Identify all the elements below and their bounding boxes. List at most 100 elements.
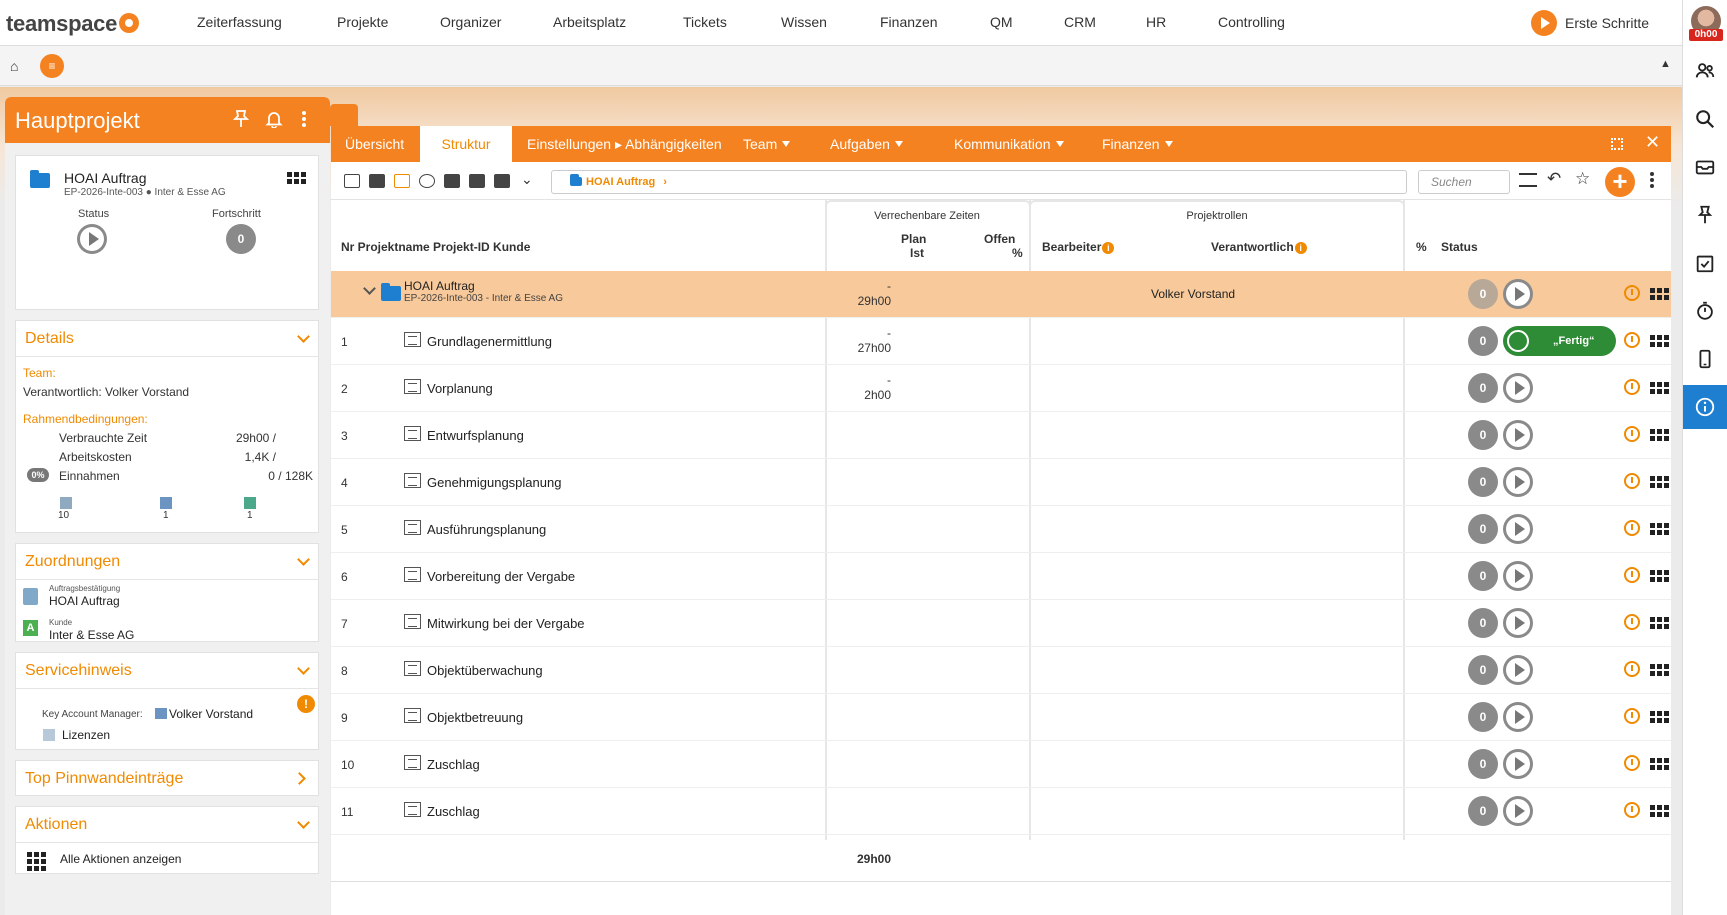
timer-icon[interactable] [1624, 802, 1640, 818]
pinboard-card[interactable]: Top Pinnwandeinträge [15, 760, 319, 796]
search-icon[interactable] [1683, 97, 1727, 141]
table-row-parent[interactable]: HOAI Auftrag EP-2026-Inte-003 - Inter & … [331, 271, 1671, 318]
status-play-icon[interactable] [1503, 420, 1533, 450]
header-status[interactable]: Status [1441, 240, 1478, 254]
table-row[interactable]: 10 Zuschlag 0 [331, 741, 1671, 788]
table-row[interactable]: 11 Zuschlag 0 [331, 788, 1671, 835]
table-row[interactable]: 2 Vorplanung -2h00 0 [331, 365, 1671, 412]
menu-icon[interactable]: ≡ [40, 54, 64, 78]
close-icon[interactable]: ✕ [1645, 132, 1660, 153]
undo-icon[interactable]: ↶ [1547, 169, 1561, 189]
kam-name[interactable]: Volker Vorstand [169, 707, 253, 721]
table-row[interactable]: 7 Mitwirkung bei der Vergabe 0 [331, 600, 1671, 647]
service-header[interactable]: Servicehinweis [16, 653, 318, 689]
status-play-icon[interactable] [1503, 749, 1533, 779]
more-icon[interactable] [1649, 170, 1655, 193]
apps-grid-icon[interactable] [1650, 570, 1669, 582]
row-name[interactable]: Vorbereitung der Vergabe [427, 569, 575, 584]
home-icon[interactable]: ⌂ [10, 58, 18, 74]
apps-grid-icon[interactable] [1650, 711, 1669, 723]
row-name[interactable]: Ausführungsplanung [427, 522, 546, 537]
list-view-icon[interactable] [344, 174, 360, 188]
add-button[interactable]: + [1605, 167, 1635, 197]
header-ist[interactable]: Ist [910, 246, 924, 260]
parent-name[interactable]: HOAI Auftrag [404, 279, 475, 293]
table-row[interactable]: 3 Entwurfsplanung 0 [331, 412, 1671, 459]
nav-zeiterfassung[interactable]: Zeiterfassung [197, 14, 282, 30]
apps-grid-icon[interactable] [1650, 382, 1669, 394]
more-icon[interactable] [301, 110, 307, 133]
row-name[interactable]: Entwurfsplanung [427, 428, 524, 443]
tab-finance[interactable]: Finanzen [1088, 126, 1187, 162]
tab-communication[interactable]: Kommunikation [940, 126, 1078, 162]
chevron-down-icon[interactable]: ⌄ [521, 171, 533, 188]
checklist-icon[interactable] [1683, 241, 1727, 285]
row-name[interactable]: Zuschlag [427, 757, 480, 772]
done-status-button[interactable]: „Fertig“ [1503, 326, 1616, 356]
header-verantwortlich[interactable]: Verantwortlich i [1211, 240, 1307, 254]
all-actions-link[interactable]: Alle Aktionen anzeigen [60, 852, 181, 866]
warning-icon[interactable]: ! [297, 695, 315, 713]
header-main[interactable]: Nr Projektname Projekt-ID Kunde [341, 240, 530, 254]
pin-icon[interactable] [232, 110, 250, 133]
assign-team-icon[interactable] [394, 174, 410, 188]
table-row[interactable]: 4 Genehmigungsplanung 0 [331, 459, 1671, 506]
status-play-icon[interactable] [1503, 467, 1533, 497]
chevron-down-icon[interactable] [363, 282, 376, 295]
table-row[interactable]: 9 Objektbetreuung 0 [331, 694, 1671, 741]
nav-finanzen[interactable]: Finanzen [880, 14, 938, 30]
maximize-icon[interactable] [1611, 138, 1623, 150]
actions-header[interactable]: Aktionen [16, 807, 318, 843]
table-row[interactable]: 8 Objektüberwachung 0 [331, 647, 1671, 694]
apps-grid-icon[interactable] [1650, 476, 1669, 488]
table-row[interactable]: 5 Ausführungsplanung 0 [331, 506, 1671, 553]
timer-icon[interactable] [1624, 567, 1640, 583]
header-bearbeiter[interactable]: Bearbeiter i [1042, 240, 1115, 254]
status-play-icon[interactable] [1503, 373, 1533, 403]
search-input[interactable]: Suchen [1418, 170, 1510, 194]
timer-icon[interactable] [1624, 520, 1640, 536]
breadcrumb-project[interactable]: HOAI Auftrag [586, 176, 655, 188]
assignments-header[interactable]: Zuordnungen [16, 544, 318, 580]
nav-hr[interactable]: HR [1146, 14, 1166, 30]
header-percent[interactable]: % [1416, 240, 1427, 254]
tab-settings[interactable]: Einstellungen ▸ Abhängigkeiten [513, 126, 736, 162]
header-plan[interactable]: Plan [901, 232, 926, 246]
collapse-up-icon[interactable]: ▲ [1660, 58, 1671, 70]
nav-arbeitsplatz[interactable]: Arbeitsplatz [553, 14, 626, 30]
assign2-link[interactable]: Inter & Esse AG [49, 628, 134, 642]
timer-icon[interactable] [1624, 379, 1640, 395]
row-name[interactable]: Vorplanung [427, 381, 493, 396]
pin-icon[interactable] [1683, 193, 1727, 237]
status-play-icon[interactable] [1503, 655, 1533, 685]
star-icon[interactable]: ☆ [1575, 169, 1590, 189]
row-name[interactable]: Grundlagenermittlung [427, 334, 552, 349]
apps-grid-icon[interactable] [287, 172, 306, 184]
apps-grid-icon[interactable] [1650, 335, 1669, 347]
project-name[interactable]: HOAI Auftrag [64, 170, 146, 186]
nav-qm[interactable]: QM [990, 14, 1013, 30]
chevron-down-icon[interactable] [297, 662, 310, 675]
row-name[interactable]: Zuschlag [427, 804, 480, 819]
filter-icon[interactable] [1519, 173, 1537, 187]
apps-grid-icon[interactable] [1650, 758, 1669, 770]
calendar-start-icon[interactable] [444, 174, 460, 188]
bell-icon[interactable] [265, 110, 283, 133]
mobile-icon[interactable] [1683, 337, 1727, 381]
chevron-right-icon[interactable] [293, 772, 306, 785]
inbox-icon[interactable] [1683, 145, 1727, 189]
nav-crm[interactable]: CRM [1064, 14, 1096, 30]
row-name[interactable]: Mitwirkung bei der Vergabe [427, 616, 585, 631]
table-row[interactable]: 6 Vorbereitung der Vergabe 0 [331, 553, 1671, 600]
tab-structure[interactable]: Struktur [420, 126, 512, 162]
apps-grid-icon[interactable] [1650, 523, 1669, 535]
info-icon[interactable] [1683, 385, 1727, 429]
nav-tickets[interactable]: Tickets [683, 14, 727, 30]
teamspace-logo[interactable]: teamspace [6, 11, 140, 37]
apps-grid-icon[interactable] [1650, 429, 1669, 441]
status-play-icon[interactable] [1503, 608, 1533, 638]
apps-grid-icon[interactable] [1650, 617, 1669, 629]
status-play-icon[interactable] [77, 224, 107, 254]
timer-icon[interactable] [1624, 332, 1640, 348]
row-name[interactable]: Genehmigungsplanung [427, 475, 561, 490]
